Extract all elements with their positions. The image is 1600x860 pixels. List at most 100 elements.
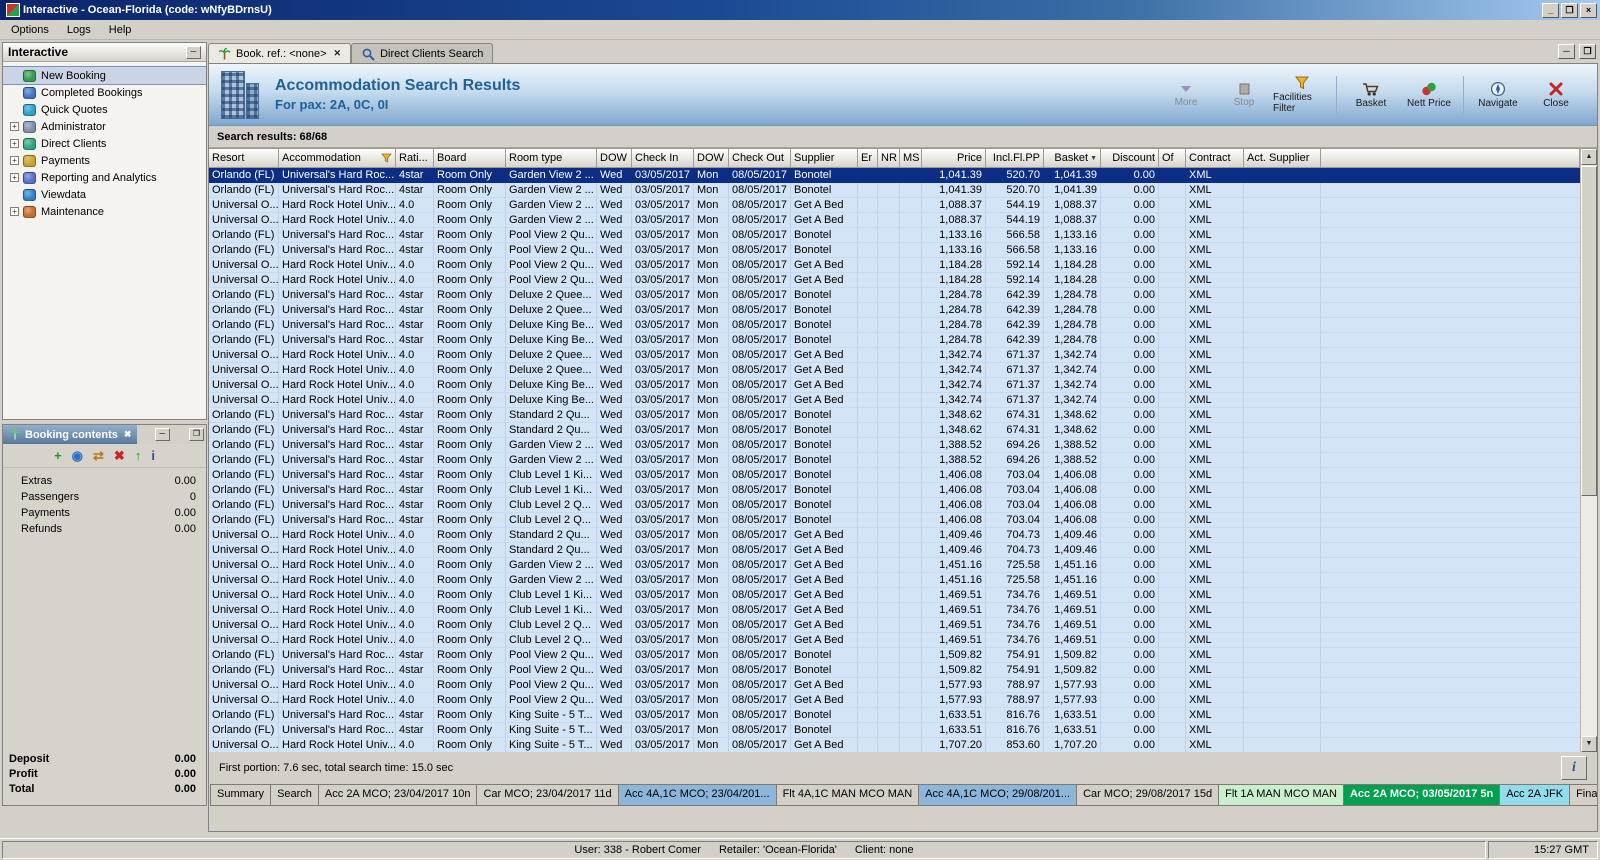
expander-icon[interactable]: + bbox=[10, 173, 19, 182]
sidebar-item-maintenance[interactable]: + Maintenance bbox=[3, 203, 206, 220]
results-row[interactable]: Universal O... Hard Rock Hotel Univ... 4.0… bbox=[209, 738, 1580, 752]
column-header-price-13[interactable]: Price bbox=[922, 149, 986, 168]
bottom-tab-acc-2a-mco-03-05-2017-5n[interactable]: Acc 2A MCO; 03/05/2017 5n bbox=[1343, 784, 1501, 806]
column-header-contract-18[interactable]: Contract bbox=[1186, 149, 1244, 168]
results-row[interactable]: Orlando (FL) Universal's Hard Roc... 4star… bbox=[209, 183, 1580, 198]
results-row[interactable]: Universal O... Hard Rock Hotel Univ... 4.0… bbox=[209, 273, 1580, 288]
booking-list-item[interactable]: Passengers 0 bbox=[21, 491, 196, 507]
scroll-up-arrow[interactable]: ▲ bbox=[1581, 149, 1597, 165]
tab-close-icon[interactable]: ✕ bbox=[334, 48, 342, 59]
results-row[interactable]: Orlando (FL) Universal's Hard Roc... 4star… bbox=[209, 438, 1580, 453]
bottom-tab-car-mco-23-04-2017-11d[interactable]: Car MCO; 23/04/2017 11d bbox=[477, 784, 619, 806]
results-row[interactable]: Orlando (FL) Universal's Hard Roc... 4star… bbox=[209, 663, 1580, 678]
booking-contents-caption[interactable]: Booking contents ✖ bbox=[3, 425, 138, 444]
scrollbar-thumb[interactable] bbox=[1581, 166, 1597, 496]
facilities-filter-button[interactable]: Facilities Filter bbox=[1273, 73, 1331, 116]
results-row[interactable]: Orlando (FL) Universal's Hard Roc... 4star… bbox=[209, 408, 1580, 423]
menu-help[interactable]: Help bbox=[100, 21, 141, 39]
transfer-icon[interactable]: ⇄ bbox=[93, 449, 104, 462]
column-header-room-type-4[interactable]: Room type bbox=[506, 149, 597, 168]
sidebar-item-completed-bookings[interactable]: Completed Bookings bbox=[3, 84, 206, 101]
results-row[interactable]: Orlando (FL) Universal's Hard Roc... 4star… bbox=[209, 228, 1580, 243]
vertical-scrollbar[interactable]: ▲ ▼ bbox=[1580, 149, 1597, 752]
sidebar-item-viewdata[interactable]: Viewdata bbox=[3, 186, 206, 203]
tab-book-ref-none[interactable]: Book. ref.: <none> ✕ bbox=[208, 43, 352, 63]
column-header-discount-16[interactable]: Discount bbox=[1101, 149, 1159, 168]
column-header-basket-15[interactable]: Basket ▼ bbox=[1044, 149, 1101, 168]
info-icon[interactable]: i bbox=[151, 449, 155, 462]
panel-restore-button[interactable]: ❐ bbox=[189, 428, 204, 441]
results-row[interactable]: Orlando (FL) Universal's Hard Roc... 4star… bbox=[209, 513, 1580, 528]
results-row[interactable]: Orlando (FL) Universal's Hard Roc... 4star… bbox=[209, 468, 1580, 483]
column-header-incl-fl-pp-14[interactable]: Incl.Fl.PP bbox=[986, 149, 1044, 168]
bottom-tab-financial-summary[interactable]: Financial Summary bbox=[1570, 784, 1597, 806]
bottom-tab-acc-2a-mco-23-04-2017-10n[interactable]: Acc 2A MCO; 23/04/2017 10n bbox=[318, 784, 478, 806]
booking-list-item[interactable]: Extras 0.00 bbox=[21, 475, 196, 491]
sidebar-item-direct-clients[interactable]: + Direct Clients bbox=[3, 135, 206, 152]
expander-icon[interactable]: + bbox=[10, 122, 19, 131]
column-header-act-supplier-19[interactable]: Act. Supplier bbox=[1244, 149, 1321, 168]
basket-button[interactable]: Basket bbox=[1342, 79, 1400, 111]
sidebar-item-administrator[interactable]: + Administrator bbox=[3, 118, 206, 135]
results-row[interactable]: Universal O... Hard Rock Hotel Univ... 4.0… bbox=[209, 588, 1580, 603]
menu-logs[interactable]: Logs bbox=[58, 21, 100, 39]
mdi-restore-button[interactable]: ❐ bbox=[1579, 44, 1596, 59]
nett-price-button[interactable]: Nett Price bbox=[1400, 79, 1458, 111]
results-row[interactable]: Orlando (FL) Universal's Hard Roc... 4star… bbox=[209, 723, 1580, 738]
results-row[interactable]: Universal O... Hard Rock Hotel Univ... 4.0… bbox=[209, 573, 1580, 588]
results-row[interactable]: Orlando (FL) Universal's Hard Roc... 4star… bbox=[209, 423, 1580, 438]
results-row[interactable]: Universal O... Hard Rock Hotel Univ... 4.0… bbox=[209, 393, 1580, 408]
results-row[interactable]: Universal O... Hard Rock Hotel Univ... 4.0… bbox=[209, 528, 1580, 543]
results-row[interactable]: Universal O... Hard Rock Hotel Univ... 4.0… bbox=[209, 198, 1580, 213]
column-header-board-3[interactable]: Board bbox=[434, 149, 506, 168]
column-header-resort-0[interactable]: Resort bbox=[209, 149, 279, 168]
close-button[interactable]: × bbox=[1580, 2, 1597, 18]
results-row[interactable]: Universal O... Hard Rock Hotel Univ... 4.0… bbox=[209, 678, 1580, 693]
results-row[interactable]: Orlando (FL) Universal's Hard Roc... 4star… bbox=[209, 498, 1580, 513]
column-header-rati-2[interactable]: Rati... bbox=[396, 149, 434, 168]
results-row[interactable]: Universal O... Hard Rock Hotel Univ... 4.0… bbox=[209, 348, 1580, 363]
results-row[interactable]: Universal O... Hard Rock Hotel Univ... 4.0… bbox=[209, 603, 1580, 618]
expander-icon[interactable]: + bbox=[10, 207, 19, 216]
results-row[interactable]: Universal O... Hard Rock Hotel Univ... 4.0… bbox=[209, 213, 1580, 228]
info-button[interactable]: i bbox=[1561, 756, 1587, 780]
column-header-dow-7[interactable]: DOW bbox=[694, 149, 729, 168]
bottom-tab-acc-4a-1c-mco-29-08-201[interactable]: Acc 4A,1C MCO; 29/08/201... bbox=[919, 784, 1078, 806]
results-row[interactable]: Universal O... Hard Rock Hotel Univ... 4.0… bbox=[209, 543, 1580, 558]
results-row[interactable]: Orlando (FL) Universal's Hard Roc... 4star… bbox=[209, 243, 1580, 258]
results-row[interactable]: Orlando (FL) Universal's Hard Roc... 4star… bbox=[209, 288, 1580, 303]
bottom-tab-car-mco-29-08-2017-15d[interactable]: Car MCO; 29/08/2017 15d bbox=[1077, 784, 1220, 806]
column-header-ms-12[interactable]: MS bbox=[900, 149, 922, 168]
booking-list-item[interactable]: Refunds 0.00 bbox=[21, 523, 196, 539]
bottom-tab-summary[interactable]: Summary bbox=[210, 784, 272, 806]
bottom-tab-acc-2a-jfk[interactable]: Acc 2A JFK bbox=[1500, 784, 1571, 806]
panel-minimize-button[interactable]: ─ bbox=[154, 428, 170, 441]
column-header-check-out-8[interactable]: Check Out bbox=[729, 149, 791, 168]
close-panel-icon[interactable]: ✖ bbox=[124, 429, 132, 440]
column-header-check-in-6[interactable]: Check In bbox=[632, 149, 694, 168]
results-row[interactable]: Orlando (FL) Universal's Hard Roc... 4star… bbox=[209, 483, 1580, 498]
bottom-tab-search[interactable]: Search bbox=[271, 784, 319, 806]
results-row[interactable]: Orlando (FL) Universal's Hard Roc... 4star… bbox=[209, 648, 1580, 663]
bottom-tab-flt-4a-1c-man-mco-man[interactable]: Flt 4A,1C MAN MCO MAN bbox=[776, 784, 920, 806]
results-row[interactable]: Universal O... Hard Rock Hotel Univ... 4.0… bbox=[209, 258, 1580, 273]
results-row[interactable]: Universal O... Hard Rock Hotel Univ... 4.0… bbox=[209, 633, 1580, 648]
maximize-button[interactable]: ❐ bbox=[1561, 2, 1578, 18]
delete-icon[interactable]: ✖ bbox=[114, 449, 125, 462]
results-row[interactable]: Universal O... Hard Rock Hotel Univ... 4.0… bbox=[209, 558, 1580, 573]
sidebar-item-reporting-and-analytics[interactable]: + Reporting and Analytics bbox=[3, 169, 206, 186]
results-row[interactable]: Orlando (FL) Universal's Hard Roc... 4star… bbox=[209, 318, 1580, 333]
expander-icon[interactable]: + bbox=[10, 139, 19, 148]
results-row[interactable]: Universal O... Hard Rock Hotel Univ... 4.0… bbox=[209, 363, 1580, 378]
filter-funnel-icon[interactable] bbox=[381, 153, 392, 163]
scroll-down-arrow[interactable]: ▼ bbox=[1581, 736, 1597, 752]
bottom-tab-flt-1a-man-mco-man[interactable]: Flt 1A MAN MCO MAN bbox=[1219, 784, 1344, 806]
expander-icon[interactable]: + bbox=[10, 156, 19, 165]
sidebar-item-new-booking[interactable]: New Booking bbox=[3, 66, 206, 85]
close-button[interactable]: Close bbox=[1527, 79, 1585, 111]
booking-list-item[interactable]: Payments 0.00 bbox=[21, 507, 196, 523]
results-row[interactable]: Universal O... Hard Rock Hotel Univ... 4.0… bbox=[209, 378, 1580, 393]
minimize-button[interactable]: _ bbox=[1542, 2, 1559, 18]
column-header-supplier-9[interactable]: Supplier bbox=[791, 149, 858, 168]
results-row[interactable]: Universal O... Hard Rock Hotel Univ... 4.0… bbox=[209, 693, 1580, 708]
